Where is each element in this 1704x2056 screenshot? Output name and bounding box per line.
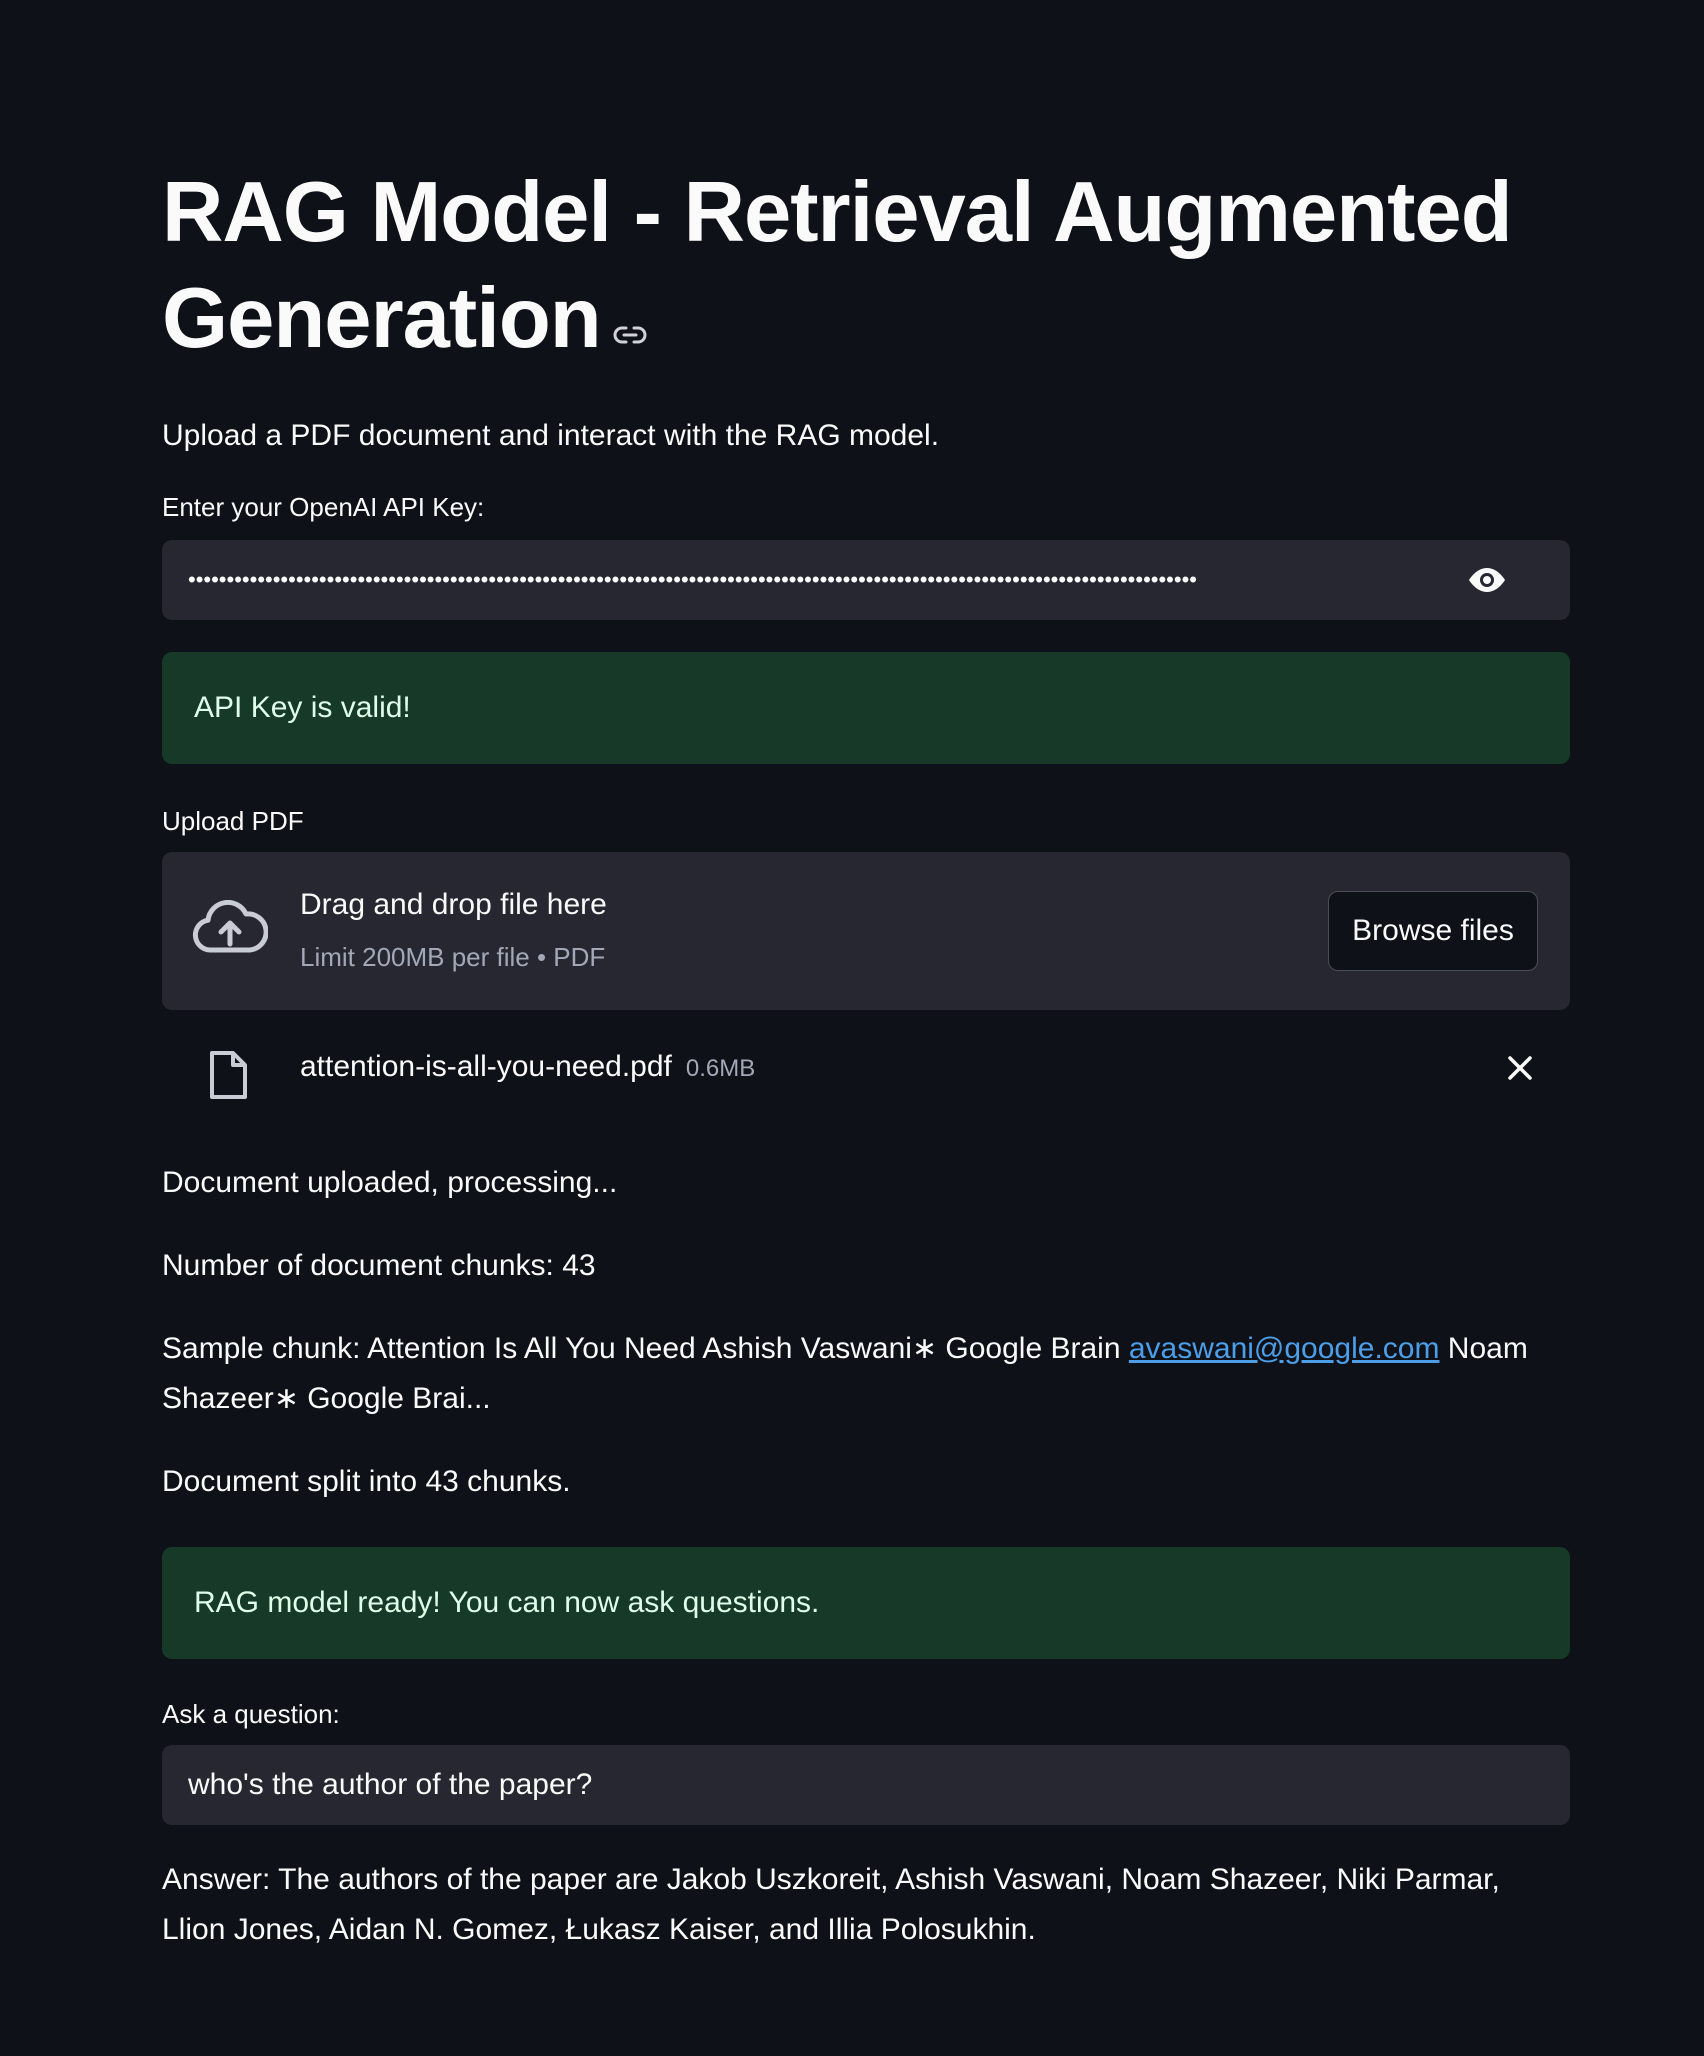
sample-chunk-prefix: Sample chunk: Attention Is All You Need … [162, 1331, 1129, 1365]
api-key-valid-alert: API Key is valid! [162, 651, 1570, 764]
main-content: RAG Model - Retrieval Augmented Generati… [162, 160, 1570, 1955]
dropzone-instructions: Drag and drop file here [300, 887, 607, 921]
uploaded-file-name: attention-is-all-you-need.pdf [300, 1049, 672, 1083]
browse-files-button[interactable]: Browse files [1328, 890, 1538, 971]
split-status: Document split into 43 chunks. [162, 1464, 571, 1498]
page-title-text: RAG Model - Retrieval Augmented Generati… [162, 165, 1513, 366]
page-subtitle: Upload a PDF document and interact with … [162, 418, 940, 452]
file-dropzone[interactable]: Drag and drop file here Limit 200MB per … [162, 851, 1570, 1010]
rag-ready-alert: RAG model ready! You can now ask questio… [162, 1546, 1570, 1659]
api-key-label: Enter your OpenAI API Key: [162, 491, 485, 522]
question-label: Ask a question: [162, 1698, 340, 1729]
sample-chunk: Sample chunk: Attention Is All You Need … [162, 1324, 1570, 1424]
rag-ready-message: RAG model ready! You can now ask questio… [194, 1585, 820, 1619]
api-key-valid-message: API Key is valid! [194, 690, 411, 724]
uploaded-file-info: attention-is-all-you-need.pdf 0.6MB [300, 1050, 755, 1084]
answer-text: Answer: The authors of the paper are Jak… [162, 1862, 1500, 1946]
question-input[interactable]: who's the author of the paper? [162, 1744, 1570, 1825]
processing-status: Document uploaded, processing... [162, 1165, 618, 1199]
uploaded-file-size: 0.6MB [685, 1054, 756, 1082]
eye-icon[interactable] [1466, 566, 1508, 599]
question-value[interactable]: who's the author of the paper? [188, 1768, 592, 1802]
remove-file-icon[interactable] [1506, 1054, 1534, 1087]
file-icon [208, 1050, 248, 1105]
email-link[interactable]: avaswani@google.com [1129, 1332, 1440, 1365]
dropzone-limit: Limit 200MB per file • PDF [300, 941, 606, 972]
uploaded-file: attention-is-all-you-need.pdf 0.6MB [162, 1010, 1570, 1138]
api-key-input[interactable]: ••••••••••••••••••••••••••••••••••••••••… [162, 539, 1570, 620]
cloud-upload-icon [192, 899, 269, 961]
api-key-value[interactable]: ••••••••••••••••••••••••••••••••••••••••… [188, 540, 1458, 620]
link-icon[interactable] [613, 264, 647, 370]
chunk-count: Number of document chunks: 43 [162, 1248, 596, 1282]
page-title: RAG Model - Retrieval Augmented Generati… [162, 160, 1570, 378]
upload-label: Upload PDF [162, 805, 304, 836]
